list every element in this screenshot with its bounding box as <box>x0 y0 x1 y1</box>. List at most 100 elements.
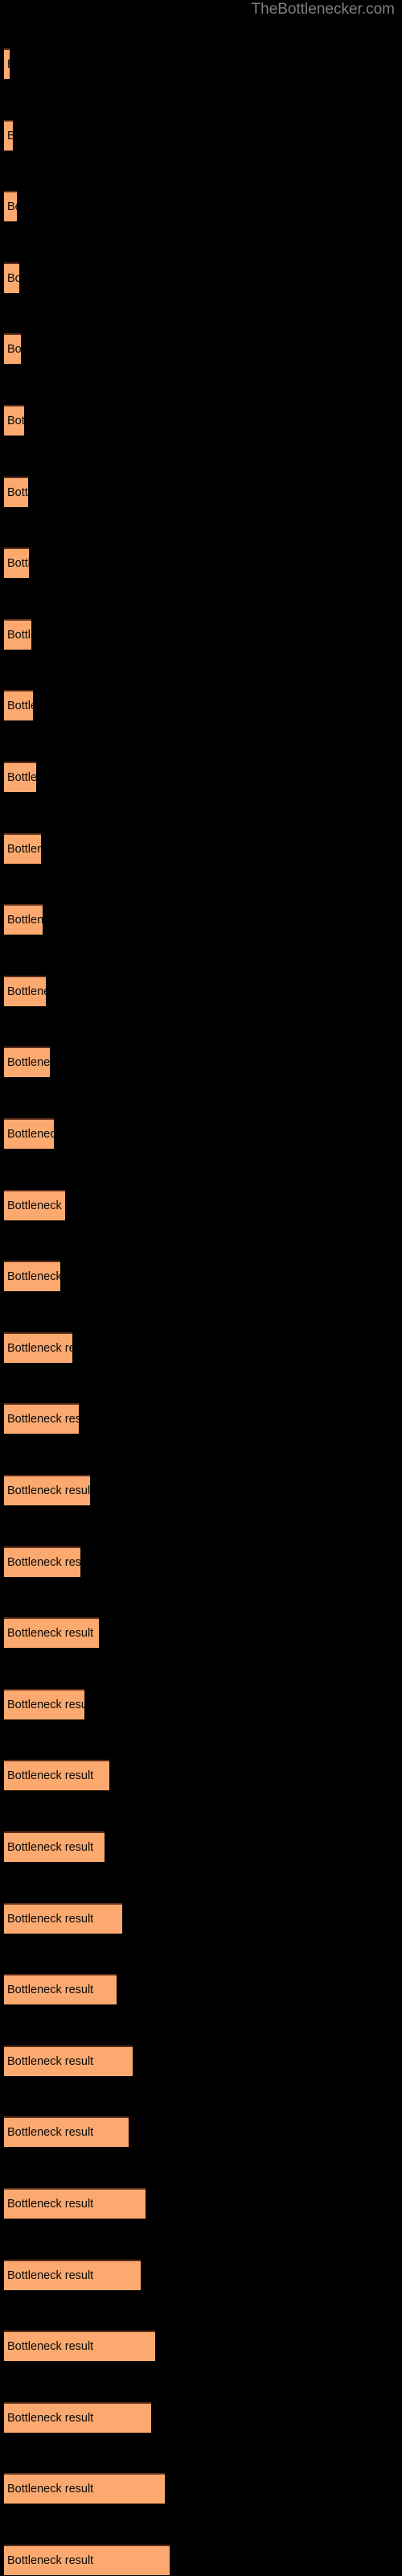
bar-label: Bottleneck result <box>7 1341 72 1355</box>
bar-label: Bottleneck result <box>7 1199 65 1212</box>
bar-label: Bottleneck result <box>7 2340 94 2354</box>
bar-row: Bottleneck result <box>0 1759 402 1791</box>
bar-label: Bottleneck result <box>7 1056 50 1070</box>
bar-row: Bottleneck result <box>0 1474 402 1506</box>
bar-row: Bottleneck result <box>0 1902 402 1934</box>
bar[interactable]: Bottleneck result <box>4 119 13 151</box>
bar-row: Bottleneck result <box>0 2401 402 2434</box>
bar[interactable]: Bottleneck result <box>4 1475 90 1505</box>
bar[interactable]: Bottleneck result <box>4 1118 54 1149</box>
bar-row: Bottleneck result <box>0 1546 402 1578</box>
bar-row: Bottleneck result <box>0 618 402 650</box>
bar-row: Bottleneck result <box>0 1688 402 1720</box>
bar[interactable]: Bottleneck result <box>4 405 24 436</box>
bar[interactable]: Bottleneck result <box>4 1546 80 1577</box>
bar[interactable]: Bottleneck result <box>4 1189 65 1220</box>
bar[interactable]: Bottleneck result <box>4 1261 60 1292</box>
bar-label: Bottleneck result <box>7 343 21 357</box>
bar[interactable]: Bottleneck result <box>4 547 29 579</box>
bar-label: Bottleneck result <box>7 1912 94 1926</box>
bar-label: Bottleneck result <box>7 1270 60 1284</box>
bar-row: Bottleneck result <box>0 47 402 80</box>
bar-label: Bottleneck result <box>7 557 29 571</box>
bar-row: Bottleneck result <box>0 1831 402 1863</box>
bar-row: Bottleneck result <box>0 1616 402 1649</box>
bar-row: Bottleneck result <box>0 332 402 365</box>
bar[interactable]: Bottleneck result <box>4 1974 117 2005</box>
bar-row: Bottleneck result <box>0 2330 402 2362</box>
bar-chart: TheBottlenecker.com Bottleneck resultBot… <box>0 0 402 2576</box>
bar-label: Bottleneck result <box>7 2554 94 2567</box>
bar-row: Bottleneck result <box>0 903 402 935</box>
bar-row: Bottleneck result <box>0 404 402 436</box>
bar-label: Bottleneck result <box>7 1984 94 1997</box>
bar-label: Bottleneck result <box>7 485 28 499</box>
bar-label: Bottleneck result <box>7 2198 94 2211</box>
bar[interactable]: Bottleneck result <box>4 904 43 935</box>
bar-row: Bottleneck result <box>0 547 402 579</box>
bar[interactable]: Bottleneck result <box>4 975 46 1006</box>
bar[interactable]: Bottleneck result <box>4 2545 170 2575</box>
bar-label: Bottleneck result <box>7 2054 94 2068</box>
bar-row: Bottleneck result <box>0 1189 402 1221</box>
bar-label: Bottleneck result <box>7 771 36 784</box>
bar[interactable]: Bottleneck result <box>4 476 28 507</box>
bar-row: Bottleneck result <box>0 2259 402 2291</box>
bar[interactable]: Bottleneck result <box>4 2259 141 2290</box>
bar-label: Bottleneck result <box>7 1627 94 1641</box>
bar[interactable]: Bottleneck result <box>4 2330 155 2362</box>
bar-label: Bottleneck result <box>7 58 10 71</box>
bar-label: Bottleneck result <box>7 2411 94 2425</box>
bar-label: Bottleneck result <box>7 130 13 142</box>
bar-label: Bottleneck result <box>7 1769 94 1783</box>
bar-row: Bottleneck result <box>0 2187 402 2219</box>
bar-row: Bottleneck result <box>0 761 402 793</box>
bar-row: Bottleneck result <box>0 190 402 222</box>
bar-row: Bottleneck result <box>0 1117 402 1150</box>
bar[interactable]: Bottleneck result <box>4 1331 72 1363</box>
bar-row: Bottleneck result <box>0 689 402 721</box>
bar[interactable]: Bottleneck result <box>4 2401 151 2433</box>
bar[interactable]: Bottleneck result <box>4 1760 109 1791</box>
bar[interactable]: Bottleneck result <box>4 2045 133 2076</box>
bar-label: Bottleneck result <box>7 1413 79 1426</box>
bar-label: Bottleneck result <box>7 1555 80 1569</box>
bar-row: Bottleneck result <box>0 119 402 151</box>
bar[interactable]: Bottleneck result <box>4 618 31 650</box>
bar-row: Bottleneck result <box>0 1973 402 2005</box>
bar[interactable]: Bottleneck result <box>4 1046 50 1078</box>
bar[interactable]: Bottleneck result <box>4 832 41 864</box>
bar-row: Bottleneck result <box>0 262 402 294</box>
bar[interactable]: Bottleneck result <box>4 1617 99 1649</box>
bar-label: Bottleneck result <box>7 200 17 214</box>
bar-label: Bottleneck result <box>7 914 43 927</box>
bar-row: Bottleneck result <box>0 1260 402 1292</box>
bar-row: Bottleneck result <box>0 2472 402 2504</box>
bar-label: Bottleneck result <box>7 628 31 642</box>
bar[interactable]: Bottleneck result <box>4 1831 105 1862</box>
bar-row: Bottleneck result <box>0 1402 402 1435</box>
bar-row: Bottleneck result <box>0 2116 402 2148</box>
bar[interactable]: Bottleneck result <box>4 191 17 222</box>
bar-label: Bottleneck result <box>7 2126 94 2140</box>
bar-label: Bottleneck result <box>7 1128 54 1141</box>
bar-label: Bottleneck result <box>7 842 41 856</box>
bar[interactable]: Bottleneck result <box>4 333 21 365</box>
bar-label: Bottleneck result <box>7 700 33 713</box>
bar[interactable]: Bottleneck result <box>4 2473 165 2504</box>
bar-label: Bottleneck result <box>7 1698 84 1711</box>
bar-row: Bottleneck result <box>0 2045 402 2077</box>
bar[interactable]: Bottleneck result <box>4 690 33 721</box>
bar-row: Bottleneck result <box>0 1331 402 1364</box>
bar[interactable]: Bottleneck result <box>4 262 19 293</box>
bar-label: Bottleneck result <box>7 415 24 427</box>
bar-label: Bottleneck result <box>7 2268 94 2282</box>
bar[interactable]: Bottleneck result <box>4 1902 122 1934</box>
bar[interactable]: Bottleneck result <box>4 1688 84 1719</box>
bar[interactable]: Bottleneck result <box>4 762 36 792</box>
bar[interactable]: Bottleneck result <box>4 48 10 79</box>
bar[interactable]: Bottleneck result <box>4 2116 129 2148</box>
bar[interactable]: Bottleneck result <box>4 2188 146 2219</box>
bar-row: Bottleneck result <box>0 2544 402 2576</box>
bar[interactable]: Bottleneck result <box>4 1403 79 1435</box>
